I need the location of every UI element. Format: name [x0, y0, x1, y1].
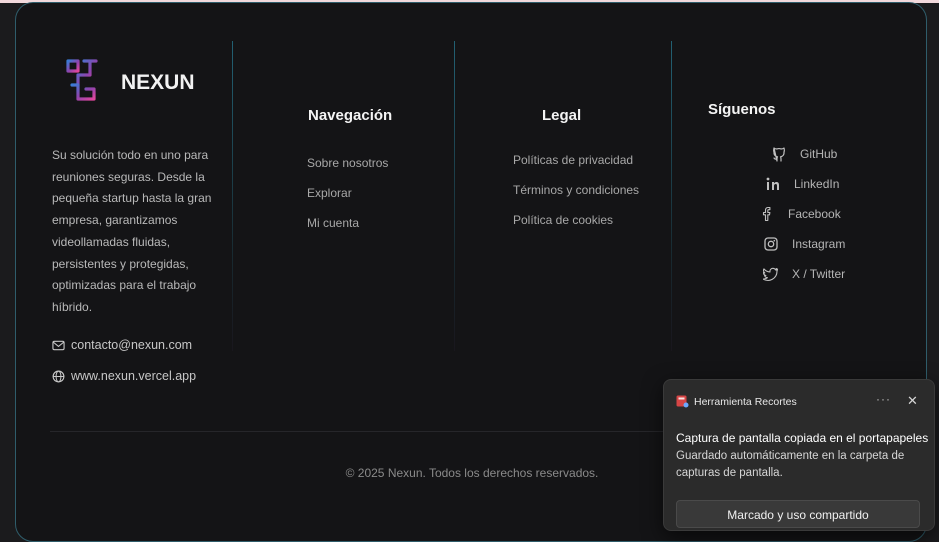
- brand-description: Su solución todo en uno para reuniones s…: [52, 148, 212, 314]
- social-label-twitter: X / Twitter: [792, 267, 846, 281]
- navigation-title: Navegación: [308, 107, 393, 124]
- github-icon: [770, 145, 788, 163]
- toast-title: Captura de pantalla copiada en el portap…: [676, 431, 929, 445]
- twitter-icon: [762, 265, 780, 283]
- legal-title: Legal: [542, 107, 582, 124]
- snipping-tool-notification[interactable]: Herramienta Recortes ··· ✕ Captura de pa…: [663, 379, 935, 531]
- nexun-logo-icon[interactable]: [64, 55, 100, 105]
- social-label-linkedin: LinkedIn: [794, 177, 840, 191]
- globe-icon: [52, 370, 65, 382]
- toast-body: Guardado automáticamente en la carpeta d…: [676, 450, 905, 479]
- contact-email: contacto@nexun.com: [71, 338, 193, 352]
- column-divider: [671, 41, 672, 351]
- social-link-twitter[interactable]: X / Twitter: [762, 265, 845, 283]
- social-label-github: GitHub: [800, 147, 838, 161]
- legal-link-privacy[interactable]: Políticas de privacidad: [513, 153, 633, 167]
- column-divider: [454, 41, 455, 351]
- snipping-tool-icon: [676, 395, 689, 408]
- linkedin-icon: [764, 175, 782, 193]
- instagram-icon: [762, 235, 780, 253]
- social-link-facebook[interactable]: Facebook: [758, 205, 841, 223]
- legal-link-cookies[interactable]: Política de cookies: [513, 213, 613, 227]
- markup-and-share-button[interactable]: Marcado y uso compartido: [676, 500, 920, 528]
- social-link-linkedin[interactable]: LinkedIn: [764, 175, 839, 193]
- nav-link-account[interactable]: Mi cuenta: [307, 216, 359, 230]
- brand-name: NEXUN: [121, 71, 195, 94]
- website-url: www.nexun.vercel.app: [71, 369, 197, 383]
- social-label-instagram: Instagram: [792, 237, 846, 251]
- close-icon[interactable]: ✕: [907, 393, 918, 409]
- social-link-github[interactable]: GitHub: [770, 145, 837, 163]
- column-divider: [232, 41, 233, 351]
- social-title: Síguenos: [708, 101, 776, 118]
- toast-app-name: Herramienta Recortes: [694, 396, 797, 408]
- website-link[interactable]: www.nexun.vercel.app: [52, 369, 196, 383]
- social-label-facebook: Facebook: [788, 207, 841, 221]
- legal-link-terms[interactable]: Términos y condiciones: [513, 183, 639, 197]
- nav-link-explore[interactable]: Explorar: [307, 186, 352, 200]
- contact-email-link[interactable]: contacto@nexun.com: [52, 338, 192, 352]
- mail-icon: [52, 340, 65, 350]
- facebook-icon: [758, 205, 776, 223]
- social-link-instagram[interactable]: Instagram: [762, 235, 845, 253]
- nav-link-about[interactable]: Sobre nosotros: [307, 156, 388, 170]
- more-options-icon[interactable]: ···: [876, 392, 891, 406]
